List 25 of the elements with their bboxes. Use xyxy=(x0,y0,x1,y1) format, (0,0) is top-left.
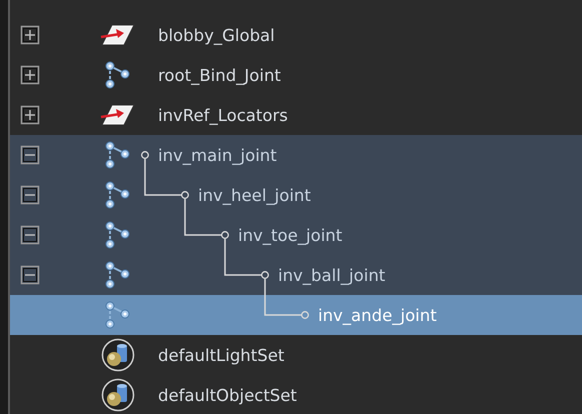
collapse-toggle[interactable] xyxy=(20,185,40,205)
node-name[interactable]: inv_ball_joint xyxy=(278,266,386,284)
parallelogram-arrow-icon xyxy=(100,23,136,47)
parallelogram-arrow-icon xyxy=(100,103,136,127)
joint-icon xyxy=(105,181,131,209)
node-name[interactable]: inv_main_joint xyxy=(158,146,277,164)
node-name[interactable]: inv_heel_joint xyxy=(198,186,311,204)
node-name[interactable]: invRef_Locators xyxy=(158,106,288,124)
node-name[interactable]: root_Bind_Joint xyxy=(158,66,281,84)
node-name[interactable]: inv_toe_joint xyxy=(238,226,342,244)
node-name[interactable]: blobby_Global xyxy=(158,26,275,44)
sphere-cylinder-icon xyxy=(101,338,135,372)
expand-toggle[interactable] xyxy=(20,25,40,45)
collapse-toggle[interactable] xyxy=(20,225,40,245)
collapse-toggle[interactable] xyxy=(20,145,40,165)
joint-icon xyxy=(105,221,131,249)
expand-toggle[interactable] xyxy=(20,65,40,85)
node-name[interactable]: defaultLightSet xyxy=(158,346,284,364)
node-name[interactable]: defaultObjectSet xyxy=(158,386,297,404)
joint-icon xyxy=(105,261,131,289)
joint-icon xyxy=(105,141,131,169)
collapse-toggle[interactable] xyxy=(20,265,40,285)
joint-icon xyxy=(105,61,131,89)
expand-toggle[interactable] xyxy=(20,105,40,125)
joint-icon xyxy=(105,301,131,329)
